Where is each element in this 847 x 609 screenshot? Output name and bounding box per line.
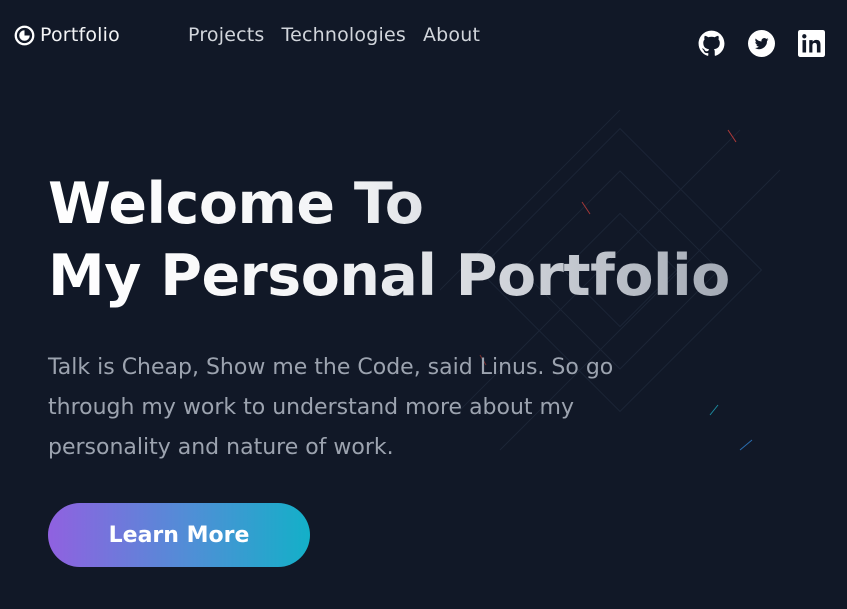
twitter-icon [748, 30, 775, 57]
hero-description: Talk is Cheap, Show me the Code, said Li… [48, 355, 614, 460]
top-navbar: Portfolio Projects Technologies About [0, 0, 847, 80]
twitter-link[interactable] [748, 30, 775, 57]
hero-title-line-1: Welcome To [48, 171, 424, 237]
nav-links: Projects Technologies About [188, 24, 480, 46]
logo-link[interactable]: Portfolio [14, 24, 120, 46]
nav-link-projects[interactable]: Projects [188, 24, 265, 46]
nav-link-about[interactable]: About [423, 24, 480, 46]
linkedin-link[interactable] [798, 30, 825, 57]
hero-title-line-2: My Personal Portfolio [48, 243, 730, 309]
linkedin-icon [798, 30, 825, 57]
logo-icon [14, 25, 35, 45]
github-icon [698, 30, 725, 56]
social-links [698, 30, 825, 57]
github-link[interactable] [698, 30, 725, 57]
learn-more-button[interactable]: Learn More [48, 503, 310, 567]
hero-title: Welcome To My Personal Portfolio [48, 168, 768, 312]
nav-link-technologies[interactable]: Technologies [282, 24, 406, 46]
logo-text: Portfolio [40, 24, 120, 46]
